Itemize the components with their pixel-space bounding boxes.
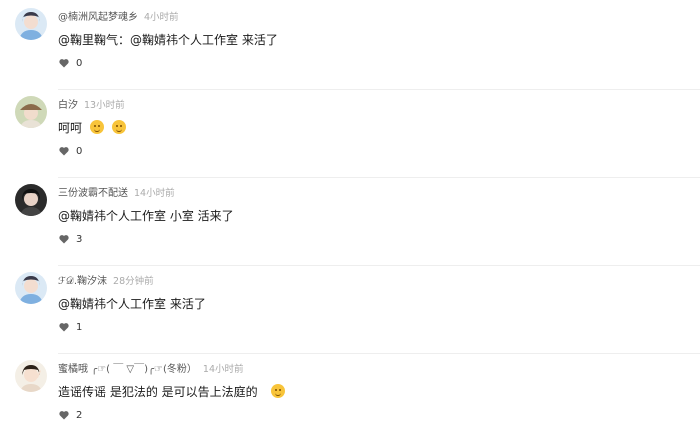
comment-text: 造谣传谣 是犯法的 是可以告上法庭的	[58, 382, 286, 402]
heart-icon	[59, 59, 69, 68]
heart-icon	[59, 323, 69, 332]
user-avatar[interactable]	[15, 272, 47, 304]
comment-text: @鞠里鞠气：@鞠婧祎个人工作室 来活了	[58, 33, 278, 47]
comment-text: 呵呵	[58, 118, 126, 138]
like-count: 0	[76, 145, 83, 157]
comment-meta: 三份波霸不配送 14小时前	[58, 186, 175, 202]
comment-item: ℱ𝒟.鞠汐沫 28分钟前 @鞠婧祎个人工作室 来活了 1	[0, 266, 700, 354]
emoji-icon	[111, 120, 126, 134]
comment-text-content: 呵呵	[58, 121, 83, 135]
user-avatar[interactable]	[15, 360, 47, 392]
username[interactable]: 三份波霸不配送	[58, 188, 128, 199]
comment-item: 白汐 13小时前 呵呵 0	[0, 90, 700, 178]
like-button[interactable]: 0	[58, 144, 82, 158]
comment-meta: 蜜橘哦 ╭☞( ￣ ▽￣)╭☞(冬粉） 14小时前	[58, 362, 244, 378]
username[interactable]: @楠洲风起梦魂乡	[58, 12, 138, 23]
like-count: 3	[76, 233, 83, 245]
like-count: 0	[76, 57, 83, 69]
girl-peace-avatar-icon	[15, 360, 47, 392]
timestamp: 28分钟前	[113, 276, 154, 287]
timestamp: 14小时前	[134, 188, 175, 199]
comment-item: 三份波霸不配送 14小时前 @鞠婧祎个人工作室 小室 活来了 3	[0, 178, 700, 266]
timestamp: 4小时前	[144, 12, 179, 23]
user-avatar[interactable]	[15, 96, 47, 128]
comment-meta: ℱ𝒟.鞠汐沫 28分钟前	[58, 274, 154, 290]
like-button[interactable]: 1	[58, 320, 82, 334]
girl-blue-avatar-icon	[15, 8, 47, 40]
user-avatar[interactable]	[15, 8, 47, 40]
comment-item: 蜜橘哦 ╭☞( ￣ ▽￣)╭☞(冬粉） 14小时前 造谣传谣 是犯法的 是可以告上…	[0, 354, 700, 436]
comment-item: @楠洲风起梦魂乡 4小时前 @鞠里鞠气：@鞠婧祎个人工作室 来活了 0	[0, 2, 700, 90]
girl-dark-avatar-icon	[15, 184, 47, 216]
like-count: 2	[76, 409, 83, 421]
heart-icon	[59, 147, 69, 156]
timestamp: 14小时前	[202, 364, 244, 375]
like-button[interactable]: 2	[58, 408, 82, 422]
comment-feed: @楠洲风起梦魂乡 4小时前 @鞠里鞠气：@鞠婧祎个人工作室 来活了 0 白汐 13小…	[0, 0, 700, 437]
comment-text: @鞠婧祎个人工作室 小室 活来了	[58, 209, 234, 223]
comment-text-content: 造谣传谣 是犯法的 是可以告上法庭的	[58, 385, 258, 399]
username[interactable]: 白汐	[58, 100, 78, 111]
like-button[interactable]: 0	[58, 56, 82, 70]
girl-blue-avatar-icon	[15, 272, 47, 304]
heart-icon	[59, 411, 69, 420]
emoji-icon	[89, 120, 104, 134]
like-count: 1	[76, 321, 83, 333]
comment-text: @鞠婧祎个人工作室 来活了	[58, 297, 206, 311]
timestamp: 13小时前	[84, 100, 125, 111]
comment-meta: @楠洲风起梦魂乡 4小时前	[58, 10, 179, 26]
username[interactable]: 蜜橘哦 ╭☞( ￣ ▽￣)╭☞(冬粉）	[58, 364, 197, 375]
username[interactable]: ℱ𝒟.鞠汐沫	[58, 276, 107, 287]
heart-icon	[59, 235, 69, 244]
emoji-icon	[271, 384, 286, 398]
user-avatar[interactable]	[15, 184, 47, 216]
like-button[interactable]: 3	[58, 232, 82, 246]
girl-hat-avatar-icon	[15, 96, 47, 128]
comment-meta: 白汐 13小时前	[58, 98, 125, 114]
